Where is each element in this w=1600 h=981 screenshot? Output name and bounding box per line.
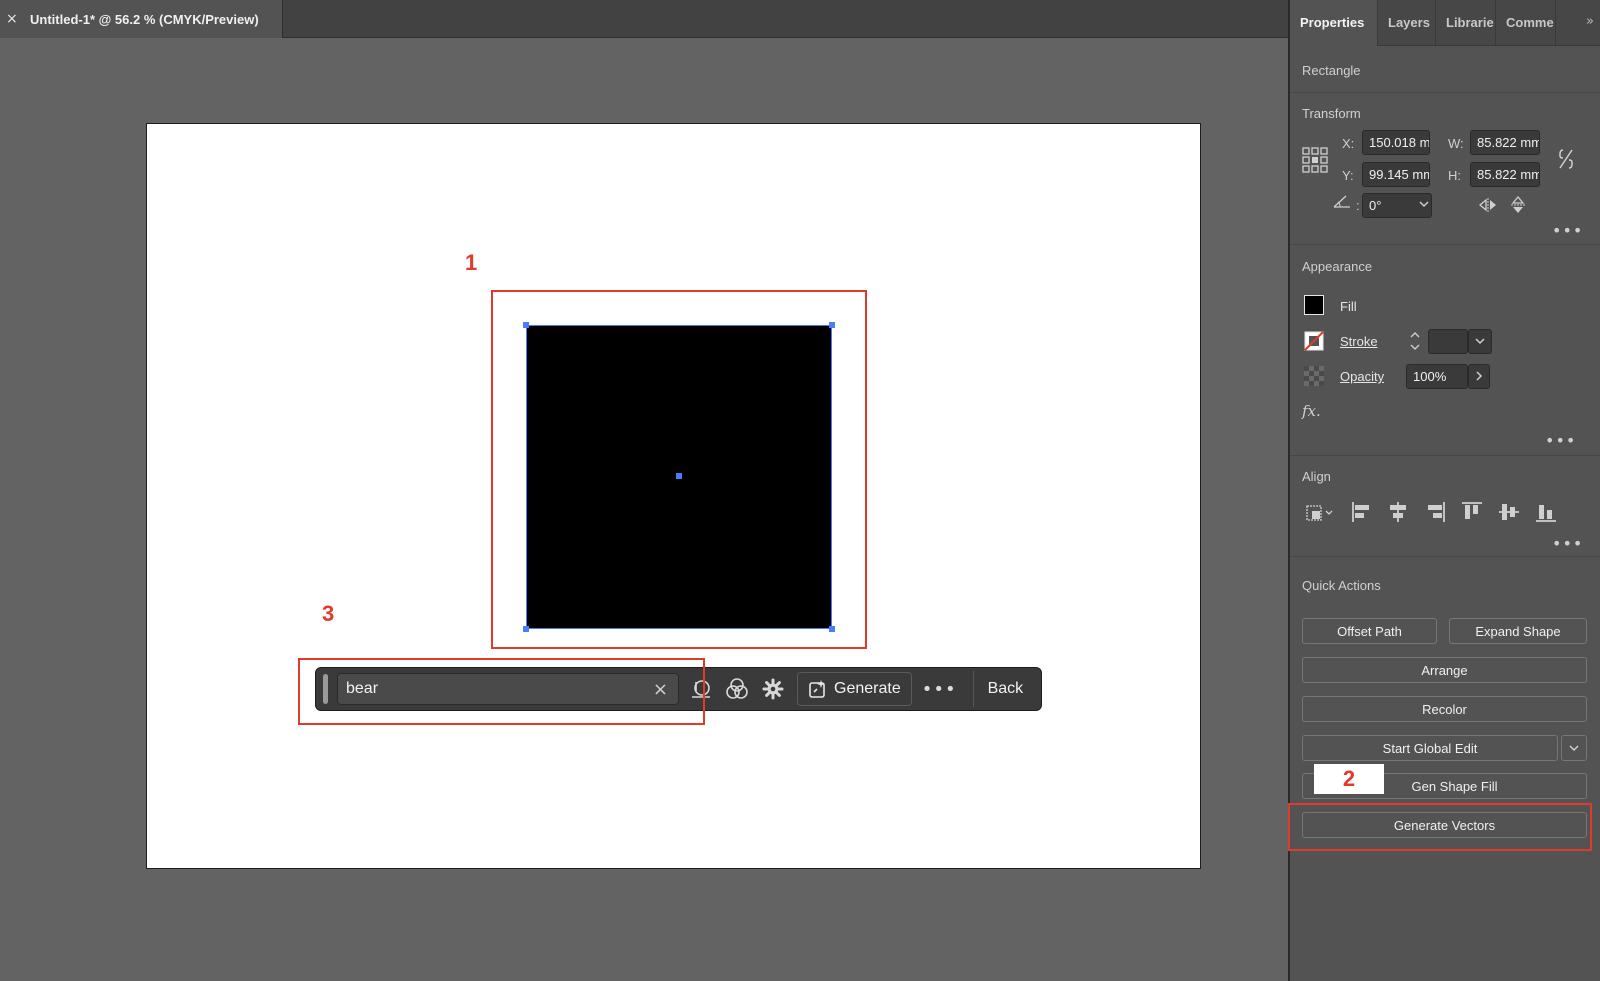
properties-panel: Properties Layers Librarie Comme » Recta…: [1288, 0, 1600, 981]
align-horizontal-center-icon[interactable]: [1386, 500, 1410, 529]
opacity-field[interactable]: 100%: [1406, 364, 1468, 389]
stroke-swatch[interactable]: [1304, 331, 1324, 356]
appearance-title: Appearance: [1302, 259, 1373, 274]
reference-point-icon[interactable]: [1302, 147, 1328, 178]
arrange-button[interactable]: Arrange: [1302, 657, 1587, 683]
quick-actions-title: Quick Actions: [1302, 578, 1381, 593]
fill-swatch[interactable]: [1304, 295, 1324, 315]
document-tab[interactable]: × Untitled-1* @ 56.2 % (CMYK/Preview): [0, 0, 283, 38]
flip-horizontal-icon[interactable]: [1478, 197, 1498, 218]
transform-title: Transform: [1302, 106, 1361, 121]
annotation-number-3: 3: [322, 601, 335, 626]
h-label: H:: [1448, 168, 1461, 183]
document-tab-strip: × Untitled-1* @ 56.2 % (CMYK/Preview): [0, 0, 1288, 38]
taskbar-more-options[interactable]: •••: [922, 679, 957, 700]
opacity-checker-icon: [1304, 366, 1324, 391]
constrain-proportions-icon[interactable]: [1558, 148, 1574, 175]
generate-button[interactable]: Generate: [797, 672, 912, 706]
color-options-icon[interactable]: [723, 675, 751, 703]
w-label: W:: [1448, 136, 1464, 151]
stroke-weight-dropdown[interactable]: [1468, 329, 1492, 354]
align-right-icon[interactable]: [1423, 500, 1447, 529]
align-left-icon[interactable]: [1350, 500, 1374, 529]
opacity-expand-icon[interactable]: [1468, 364, 1490, 389]
panel-overflow-icon[interactable]: »: [1586, 14, 1594, 29]
divider: [1290, 92, 1600, 93]
w-field[interactable]: 85.822 mm: [1470, 130, 1540, 155]
stroke-label[interactable]: Stroke: [1340, 334, 1378, 349]
annotation-box-3: [298, 658, 705, 725]
flip-vertical-icon[interactable]: [1510, 195, 1526, 220]
divider: [1290, 556, 1600, 557]
tab-libraries[interactable]: Librarie: [1436, 0, 1496, 46]
close-tab-icon[interactable]: ×: [6, 11, 20, 27]
tab-properties[interactable]: Properties: [1290, 0, 1378, 46]
opacity-label[interactable]: Opacity: [1340, 369, 1384, 384]
x-field[interactable]: 150.018 mm: [1362, 130, 1430, 155]
align-top-icon[interactable]: [1460, 500, 1484, 529]
generate-label: Generate: [834, 680, 901, 697]
offset-path-button[interactable]: Offset Path: [1302, 618, 1437, 644]
annotation-box-2: [1288, 803, 1592, 851]
stroke-weight-field[interactable]: [1428, 329, 1468, 354]
align-to-selection-icon[interactable]: [1304, 500, 1336, 529]
recolor-button[interactable]: Recolor: [1302, 696, 1587, 722]
start-global-edit-button[interactable]: Start Global Edit: [1302, 735, 1558, 761]
y-label: Y:: [1342, 168, 1354, 183]
x-label: X:: [1342, 136, 1355, 151]
fx-icon[interactable]: fx.: [1302, 402, 1321, 420]
expand-shape-button[interactable]: Expand Shape: [1449, 618, 1587, 644]
annotation-number-2: 2: [1342, 766, 1356, 791]
align-bottom-icon[interactable]: [1534, 500, 1558, 529]
h-field[interactable]: 85.822 mm: [1470, 162, 1540, 187]
angle-colon: :: [1356, 198, 1360, 213]
panel-tabs: Properties Layers Librarie Comme »: [1290, 0, 1600, 46]
angle-dropdown-icon[interactable]: [1418, 197, 1430, 215]
back-button[interactable]: Back: [972, 671, 1023, 707]
generate-sparkle-icon: [809, 680, 825, 698]
angle-icon: [1332, 193, 1352, 214]
align-title: Align: [1302, 469, 1331, 484]
document-title: Untitled-1* @ 56.2 % (CMYK/Preview): [30, 11, 259, 27]
settings-gear-icon[interactable]: [759, 675, 787, 703]
y-field[interactable]: 99.145 mm: [1362, 162, 1430, 187]
appearance-more-options[interactable]: •••: [1545, 431, 1576, 450]
fill-label: Fill: [1340, 299, 1357, 314]
align-vertical-center-icon[interactable]: [1497, 500, 1521, 529]
divider: [1290, 244, 1600, 245]
global-edit-dropdown-icon[interactable]: [1561, 735, 1587, 761]
annotation-box-1: [491, 290, 867, 649]
align-more-options[interactable]: •••: [1552, 534, 1583, 553]
tab-layers[interactable]: Layers: [1378, 0, 1436, 46]
transform-more-options[interactable]: •••: [1552, 221, 1583, 240]
object-type-label: Rectangle: [1302, 63, 1361, 78]
annotation-label-2-background: 2: [1314, 764, 1384, 794]
tab-comments[interactable]: Comme: [1496, 0, 1556, 46]
stroke-stepper-icon[interactable]: [1408, 330, 1423, 352]
divider: [1290, 455, 1600, 456]
annotation-number-1: 1: [465, 250, 478, 275]
